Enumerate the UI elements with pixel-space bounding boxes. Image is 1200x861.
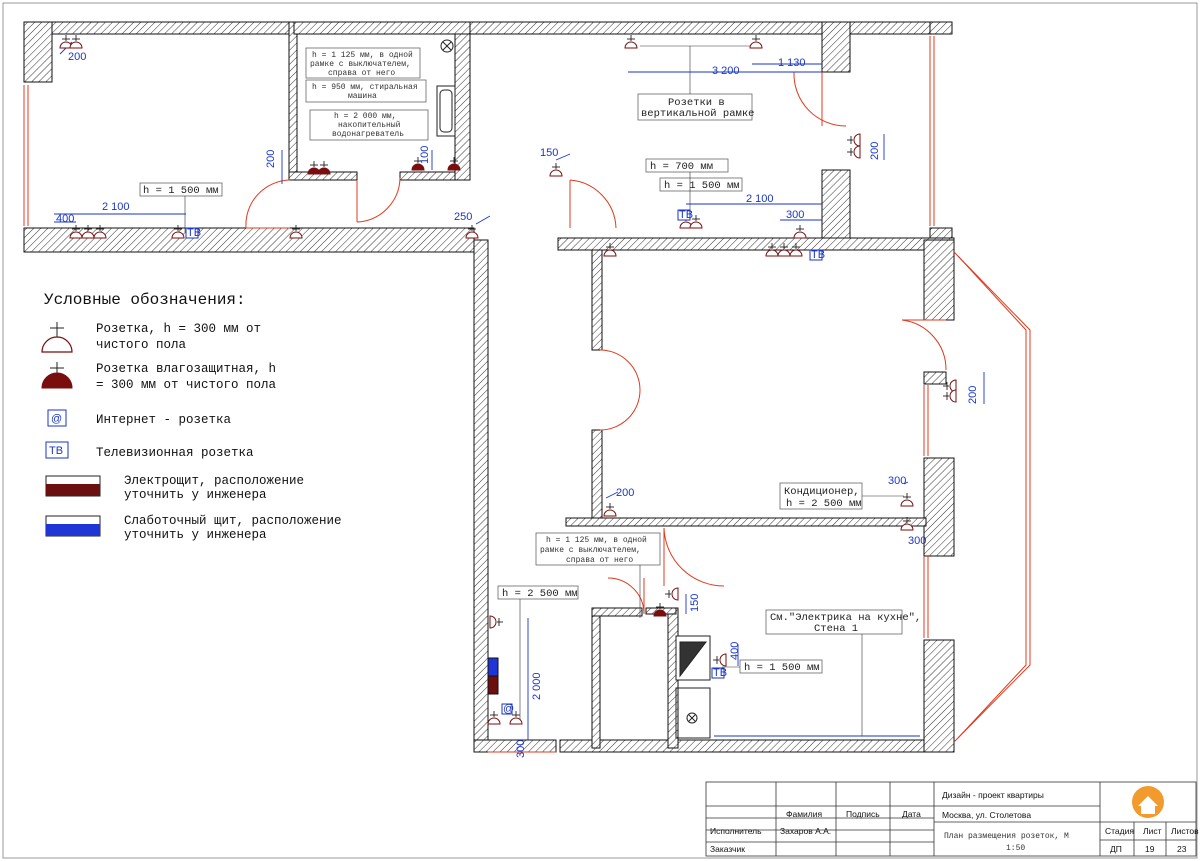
- svg-text:справа от него: справа от него: [566, 556, 633, 565]
- svg-text:h = 2 500 мм: h = 2 500 мм: [786, 498, 862, 510]
- svg-text:накопительный: накопительный: [338, 121, 401, 130]
- dim-150-b: 150: [689, 594, 701, 612]
- svg-text:План размещения розеток, М: План размещения розеток, М: [944, 832, 1069, 841]
- svg-text:1:50: 1:50: [1006, 844, 1025, 853]
- svg-text:h = 2 500 мм: h = 2 500 мм: [502, 588, 578, 600]
- dim-200-a: 200: [68, 51, 86, 63]
- legend: Условные обозначения: Розетка, h = 300 м…: [41, 291, 342, 542]
- svg-text:чистого пола: чистого пола: [96, 338, 187, 352]
- dim-3200: 3 200: [712, 65, 740, 77]
- dim-100: 100: [419, 146, 431, 164]
- svg-text:h = 1 125 мм, в одной: h = 1 125 мм, в одной: [312, 51, 413, 60]
- dim-400-b: 400: [729, 642, 741, 660]
- svg-text:h = 1 500 мм: h = 1 500 мм: [744, 662, 820, 674]
- svg-text:Электрощит, расположение: Электрощит, расположение: [124, 474, 304, 488]
- electrical-panel-plan: [487, 675, 499, 695]
- svg-text:h = 1 125 мм, в одной: h = 1 125 мм, в одной: [546, 536, 647, 545]
- svg-text:ТВ: ТВ: [679, 209, 693, 221]
- dim-2000: 2 000: [531, 672, 543, 700]
- svg-text:Листов: Листов: [1171, 826, 1199, 836]
- svg-text:h = 2 000 мм,: h = 2 000 мм,: [334, 112, 396, 121]
- dim-200-d: 200: [967, 386, 979, 404]
- dim-150-a: 150: [540, 147, 558, 159]
- svg-text:Захаров А.А.: Захаров А.А.: [780, 826, 831, 836]
- floor-plan-sheet: ТВ ТВ ТВ ТВ @ 200 2 100 400 200 100 150 …: [2, 2, 1199, 859]
- svg-text:Подпись: Подпись: [846, 809, 880, 819]
- svg-text:Интернет - розетка: Интернет - розетка: [96, 413, 232, 427]
- svg-text:Стадия: Стадия: [1105, 826, 1134, 836]
- svg-text:справа от него: справа от него: [328, 69, 395, 78]
- note-boxes: [139, 47, 903, 674]
- svg-text:Розетка, h = 300 мм от: Розетка, h = 300 мм от: [96, 322, 261, 336]
- svg-text:Лист: Лист: [1143, 826, 1162, 836]
- svg-text:ТВ: ТВ: [713, 667, 727, 679]
- svg-text:Дизайн - проект квартиры: Дизайн - проект квартиры: [942, 790, 1044, 800]
- dim-300-d: 300: [515, 740, 527, 758]
- svg-text:водонагреватель: водонагреватель: [332, 130, 404, 139]
- svg-text:h = 1 500 мм: h = 1 500 мм: [143, 185, 219, 197]
- svg-text:Телевизионная розетка: Телевизионная розетка: [96, 446, 254, 460]
- svg-text:рамке с выключателем,: рамке с выключателем,: [310, 60, 411, 69]
- svg-text:Слаботочный щит, расположение: Слаботочный щит, расположение: [124, 514, 342, 528]
- dim-200-e: 200: [616, 487, 634, 499]
- dim-300-b: 300: [888, 475, 906, 487]
- dim-300-a: 300: [786, 209, 804, 221]
- svg-text:ТВ: ТВ: [187, 227, 201, 239]
- dim-300-c: 300: [908, 535, 926, 547]
- svg-text:уточнить у инженера: уточнить у инженера: [124, 488, 267, 502]
- dim-2100-a: 2 100: [102, 201, 130, 213]
- svg-text:Исполнитель: Исполнитель: [710, 826, 762, 836]
- legend-wet-socket-icon: [41, 362, 73, 389]
- tv-tags: ТВ ТВ ТВ ТВ @: [185, 209, 825, 715]
- dimension-texts: 200 2 100 400 200 100 150 250 3 200 1 13…: [56, 51, 979, 758]
- svg-text:рамке с выключателем,: рамке с выключателем,: [540, 546, 641, 555]
- svg-text:ТВ: ТВ: [49, 445, 63, 457]
- dim-400: 400: [56, 213, 74, 225]
- svg-text:уточнить у инженера: уточнить у инженера: [124, 528, 267, 542]
- dim-200-c: 200: [869, 142, 881, 160]
- svg-text:Розетка влагозащитная, h: Розетка влагозащитная, h: [96, 362, 276, 376]
- legend-title: Условные обозначения:: [44, 291, 246, 309]
- legend-socket-icon: [41, 322, 73, 353]
- low-current-panel-plan: [487, 657, 499, 677]
- svg-text:Дата: Дата: [902, 809, 921, 819]
- svg-text:@: @: [51, 413, 62, 425]
- svg-text:h = 1 500 мм: h = 1 500 мм: [664, 180, 740, 192]
- svg-text:Кондиционер,: Кондиционер,: [784, 486, 860, 498]
- dim-200-b: 200: [265, 150, 277, 168]
- dim-2100-b: 2 100: [746, 193, 774, 205]
- company-logo: [1132, 786, 1164, 818]
- dim-1130: 1 130: [778, 57, 806, 69]
- svg-text:машина: машина: [348, 92, 377, 101]
- svg-text:Фамилия: Фамилия: [786, 809, 822, 819]
- svg-text:ТВ: ТВ: [811, 249, 825, 261]
- svg-text:= 300 мм от чистого пола: = 300 мм от чистого пола: [96, 378, 277, 392]
- svg-text:23: 23: [1177, 844, 1187, 854]
- svg-text:ДП: ДП: [1110, 844, 1122, 854]
- svg-text:вертикальной рамке: вертикальной рамке: [641, 108, 754, 120]
- dim-250: 250: [454, 211, 472, 223]
- svg-text:Заказчик: Заказчик: [710, 844, 745, 854]
- svg-text:Москва, ул. Столетова: Москва, ул. Столетова: [942, 810, 1031, 820]
- svg-text:h = 950 мм, стиральная: h = 950 мм, стиральная: [312, 83, 418, 92]
- svg-text:@: @: [503, 703, 514, 715]
- svg-text:h = 700 мм: h = 700 мм: [650, 161, 713, 173]
- svg-text:19: 19: [1145, 844, 1155, 854]
- svg-text:Стена 1: Стена 1: [814, 623, 858, 635]
